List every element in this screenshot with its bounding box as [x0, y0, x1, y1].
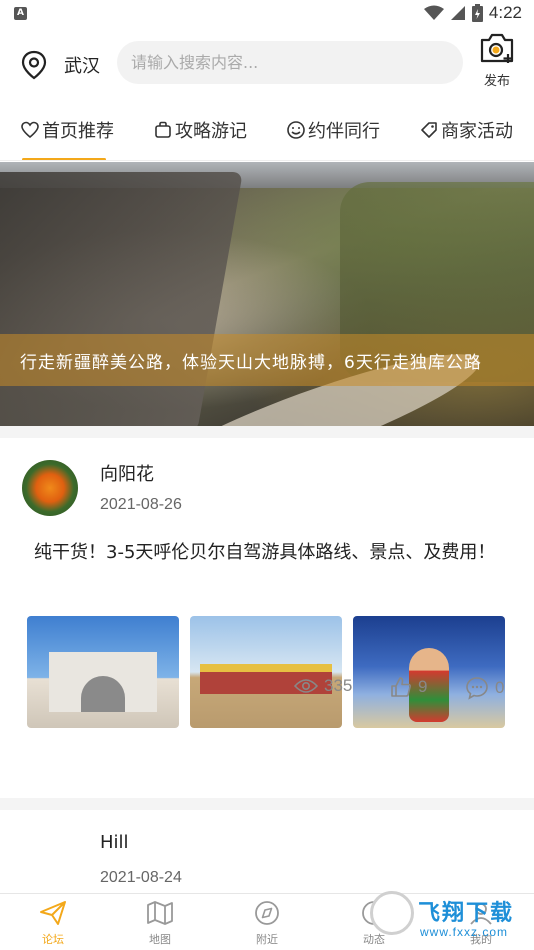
signal-icon: [450, 6, 465, 20]
likes-stat[interactable]: 9: [390, 676, 427, 698]
nav-forum[interactable]: 论坛: [23, 900, 83, 947]
watermark: 飞翔下载 www.fxxz.com: [362, 885, 534, 950]
status-bar: A 4:22: [0, 0, 534, 28]
post-image[interactable]: [353, 616, 505, 728]
post-image[interactable]: [190, 616, 342, 728]
smile-icon: [287, 121, 305, 139]
tab-label: 商家活动: [441, 121, 513, 142]
map-icon: [147, 901, 173, 925]
tab-guides[interactable]: 攻略游记: [153, 110, 247, 150]
comment-icon: [466, 677, 488, 700]
eye-icon: [294, 679, 318, 693]
search-input[interactable]: 请输入搜索内容...: [117, 41, 463, 84]
tab-companions[interactable]: 约伴同行: [286, 110, 380, 150]
banner-carousel[interactable]: 行走新疆醉美公路，体验天山大地脉搏，6天行走独库公路: [0, 162, 534, 426]
compass-icon: [255, 901, 279, 925]
author-name[interactable]: 向阳花: [100, 460, 154, 486]
watermark-logo: [370, 891, 414, 935]
section-gap: [0, 426, 534, 438]
tab-home-recommend[interactable]: 首页推荐: [20, 110, 114, 150]
heart-icon: [21, 121, 39, 139]
tag-icon: [421, 122, 437, 138]
post-date: 2021-08-24: [100, 869, 182, 886]
paper-plane-icon: [40, 901, 66, 925]
watermark-url: www.fxxz.com: [420, 925, 509, 939]
notification-icon: A: [14, 7, 27, 20]
thumbs-up-icon: [391, 677, 411, 697]
divider: [0, 160, 534, 161]
battery-icon: [471, 4, 483, 22]
likes-count: 9: [418, 677, 428, 696]
tab-merchant-events[interactable]: 商家活动: [419, 110, 513, 150]
status-icons: 4:22: [423, 3, 522, 23]
tab-label: 攻略游记: [175, 121, 247, 142]
author-name[interactable]: Hill: [100, 832, 129, 853]
bag-icon: [155, 121, 171, 138]
section-gap: [0, 798, 534, 810]
category-tabs: 首页推荐 攻略游记 约伴同行 商家活动: [0, 110, 534, 161]
comments-count: 0: [495, 678, 505, 697]
watermark-title: 飞翔下载: [418, 901, 515, 926]
nav-nearby[interactable]: 附近: [237, 900, 297, 947]
post-image[interactable]: [27, 616, 179, 728]
banner-caption: 行走新疆醉美公路，体验天山大地脉搏，6天行走独库公路: [20, 353, 482, 373]
publish-label: 发布: [483, 74, 510, 89]
nav-label: 地图: [149, 933, 171, 946]
publish-button[interactable]: 发布: [474, 32, 520, 89]
banner-mountain: [0, 172, 243, 426]
tab-label: 首页推荐: [42, 121, 114, 142]
location-pin-icon[interactable]: [20, 50, 48, 80]
nav-map[interactable]: 地图: [130, 900, 190, 947]
tab-label: 约伴同行: [308, 121, 380, 142]
views-count: 335: [324, 676, 353, 695]
wifi-icon: [423, 5, 444, 20]
post-images: [27, 616, 505, 728]
clock: 4:22: [488, 3, 522, 22]
gate-arch: [81, 676, 125, 712]
nav-label: 附近: [256, 933, 278, 946]
avatar[interactable]: [22, 460, 78, 516]
header: 武汉 请输入搜索内容... 发布: [0, 28, 534, 98]
camera-plus-icon: [480, 33, 514, 63]
city-selector[interactable]: 武汉: [64, 52, 100, 78]
comments-stat[interactable]: 0: [465, 676, 504, 700]
post-date: 2021-08-26: [100, 496, 182, 513]
views-stat: 335: [294, 676, 352, 696]
post-text[interactable]: 纯干货！3-5天呼伦贝尔自驾游具体路线、景点、及费用！: [34, 538, 504, 568]
nav-label: 论坛: [42, 933, 64, 946]
